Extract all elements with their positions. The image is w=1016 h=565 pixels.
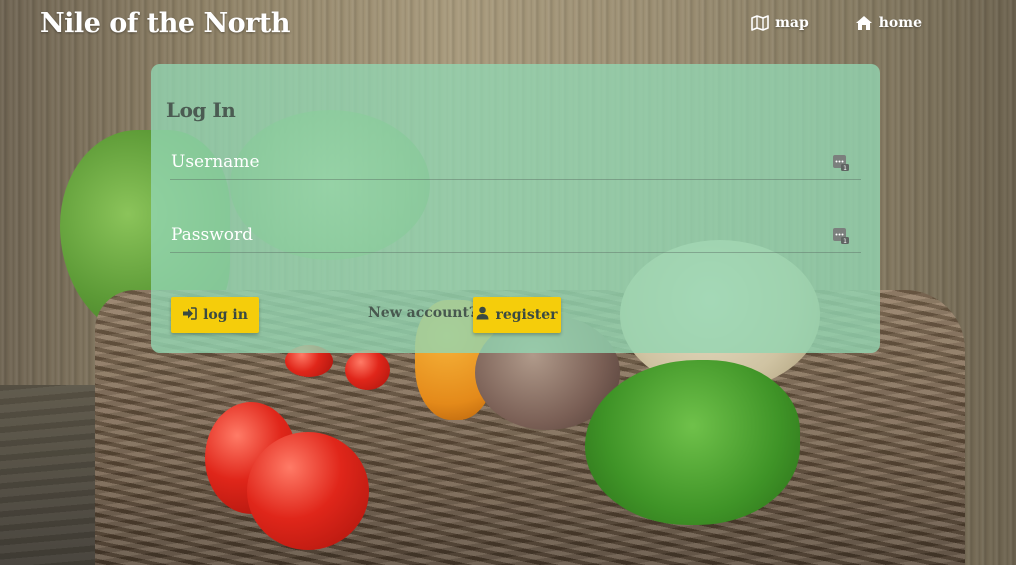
top-nav: map home	[751, 15, 922, 31]
username-input[interactable]	[170, 145, 862, 179]
sign-in-icon	[182, 306, 197, 324]
background-tomato	[247, 432, 369, 550]
password-input[interactable]	[170, 218, 862, 252]
nav-home-link[interactable]: home	[855, 15, 922, 31]
login-title: Log In	[166, 98, 236, 122]
svg-text:1: 1	[843, 238, 847, 245]
nav-map-label: map	[775, 15, 809, 31]
username-field: 1	[170, 145, 862, 180]
password-field: 1	[170, 218, 862, 253]
background-mint	[585, 360, 800, 525]
home-icon	[855, 15, 873, 31]
nav-map-link[interactable]: map	[751, 15, 809, 31]
nav-home-label: home	[878, 15, 922, 31]
login-button-label: log in	[203, 307, 248, 323]
map-icon	[751, 15, 769, 31]
login-button[interactable]: log in	[171, 297, 259, 333]
site-title[interactable]: Nile of the North	[40, 8, 291, 39]
login-card: Log In 1 1	[151, 64, 880, 353]
background-tomato	[345, 350, 390, 390]
user-icon	[476, 306, 489, 324]
autofill-icon[interactable]: 1	[832, 154, 850, 172]
register-button[interactable]: register	[473, 297, 561, 333]
new-account-label: New account?	[368, 305, 478, 321]
autofill-icon[interactable]: 1	[832, 227, 850, 245]
register-button-label: register	[495, 307, 558, 323]
svg-text:1: 1	[843, 165, 847, 172]
